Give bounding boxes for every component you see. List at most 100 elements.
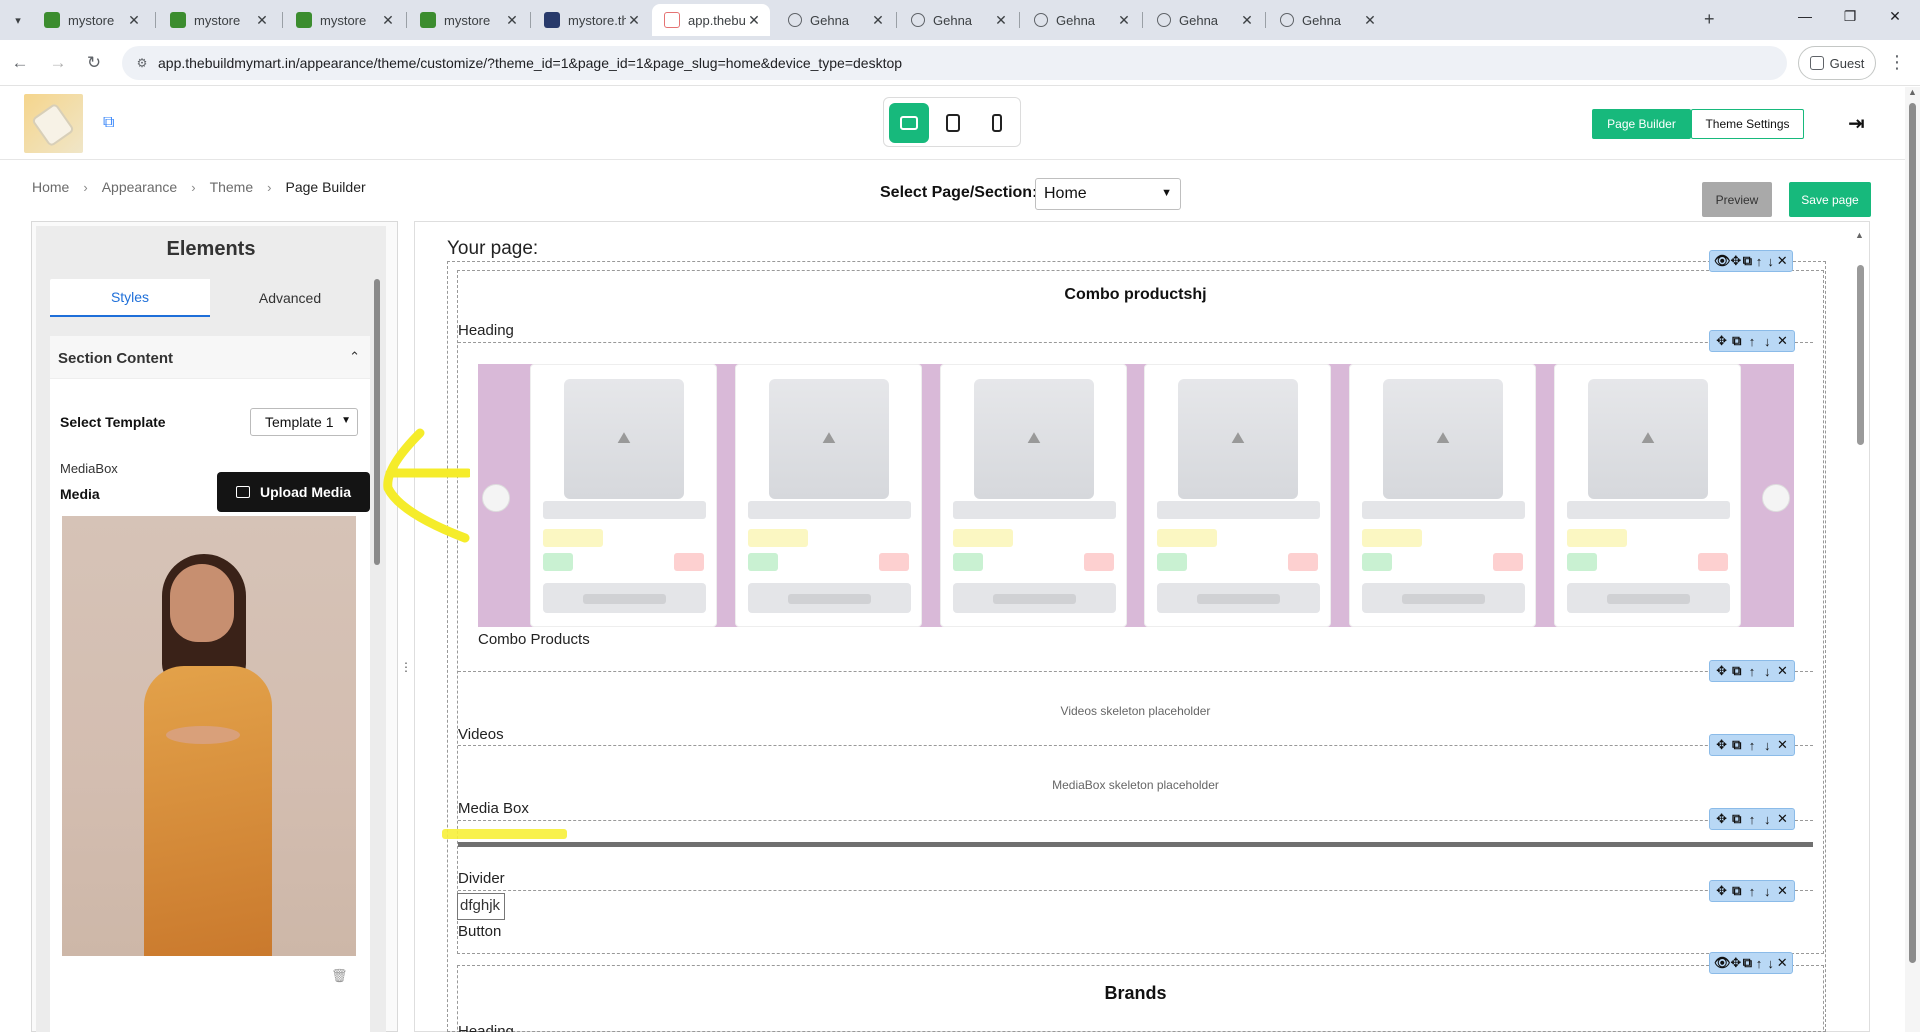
tab-close-icon[interactable]: ✕ (870, 12, 886, 29)
close-icon[interactable]: ✕ (1776, 253, 1788, 269)
product-card[interactable]: ⛰ (1144, 364, 1331, 627)
copy-icon[interactable]: ⧉ (1729, 333, 1744, 349)
breadcrumb-appearance[interactable]: Appearance (102, 179, 178, 195)
arrow-down-icon[interactable]: ↓ (1760, 334, 1775, 349)
carousel-next-button[interactable] (1762, 484, 1790, 512)
browser-tab[interactable]: mystore ✕ (284, 4, 404, 36)
scroll-up-icon[interactable]: ▲ (1855, 230, 1864, 240)
restore-icon[interactable]: ❐ (1838, 8, 1862, 25)
arrow-up-icon[interactable]: ↑ (1744, 812, 1759, 827)
move-icon[interactable]: ✥ (1714, 333, 1729, 349)
eye-icon[interactable]: 👁 (1714, 253, 1731, 269)
move-icon[interactable]: ✥ (1714, 663, 1729, 679)
section-heading[interactable]: Combo productshj (458, 286, 1813, 304)
close-icon[interactable]: ✕ (1775, 663, 1790, 679)
product-card[interactable]: ⛰ (1349, 364, 1536, 627)
product-card[interactable]: ⛰ (940, 364, 1127, 627)
site-settings-icon[interactable]: ⚙ (134, 55, 150, 71)
upload-media-button[interactable]: Upload Media (217, 472, 370, 512)
arrow-down-icon[interactable]: ↓ (1760, 738, 1775, 753)
element-toolbar[interactable]: ✥ ⧉ ↑ ↓ ✕ (1709, 734, 1795, 756)
trash-icon[interactable]: 🗑 (331, 968, 348, 984)
forward-arrow-icon[interactable]: → (46, 51, 70, 75)
product-card[interactable]: ⛰ (1554, 364, 1741, 627)
arrow-up-icon[interactable]: ↑ (1753, 956, 1765, 971)
tab-advanced[interactable]: Advanced (210, 279, 370, 317)
move-icon[interactable]: ✥ (1714, 737, 1729, 753)
external-link-icon[interactable]: ⧉ (103, 114, 114, 132)
tab-close-icon[interactable]: ✕ (1362, 12, 1378, 29)
template-select[interactable]: Template 1 ▼ (250, 408, 358, 436)
tab-close-icon[interactable]: ✕ (993, 12, 1009, 29)
element-toolbar[interactable]: ✥ ⧉ ↑ ↓ ✕ (1709, 808, 1795, 830)
copy-icon[interactable]: ⧉ (1729, 883, 1744, 899)
move-icon[interactable]: ✥ (1730, 253, 1742, 269)
section-toolbar[interactable]: 👁 ✥ ⧉ ↑ ↓ ✕ (1709, 952, 1793, 974)
arrow-up-icon[interactable]: ↑ (1753, 254, 1765, 269)
url-field[interactable]: ⚙ app.thebuildmymart.in/appearance/theme… (122, 46, 1787, 80)
browser-tab[interactable]: Gehna ✕ (899, 4, 1017, 36)
browser-tab[interactable]: mystore.thebu ✕ (532, 4, 650, 36)
arrow-down-icon[interactable]: ↓ (1760, 884, 1775, 899)
tab-close-icon[interactable]: ✕ (1116, 12, 1132, 29)
tablet-view-button[interactable] (933, 103, 973, 143)
panel-resize-handle[interactable]: ⋮ (400, 660, 412, 674)
copy-icon[interactable]: ⧉ (1742, 955, 1754, 971)
theme-settings-button[interactable]: Theme Settings (1691, 109, 1804, 139)
window-close-icon[interactable]: ✕ (1883, 8, 1907, 25)
page-builder-button[interactable]: Page Builder (1592, 109, 1691, 139)
arrow-down-icon[interactable]: ↓ (1765, 254, 1777, 269)
copy-icon[interactable]: ⧉ (1729, 737, 1744, 753)
close-icon[interactable]: ✕ (1776, 955, 1788, 971)
tab-close-icon[interactable]: ✕ (380, 12, 396, 29)
panel-scrollbar[interactable] (374, 265, 380, 1032)
tab-search-chevron-icon[interactable]: ▾ (6, 8, 30, 32)
desktop-view-button[interactable] (889, 103, 929, 143)
arrow-down-icon[interactable]: ↓ (1760, 812, 1775, 827)
browser-tab[interactable]: mystore ✕ (408, 4, 528, 36)
browser-tab[interactable]: Gehna ✕ (1022, 4, 1140, 36)
breadcrumb-theme[interactable]: Theme (210, 179, 254, 195)
browser-tab[interactable]: Gehna ✕ (1145, 4, 1263, 36)
tab-close-icon[interactable]: ✕ (746, 12, 762, 29)
tab-close-icon[interactable]: ✕ (254, 12, 270, 29)
back-arrow-icon[interactable]: ← (8, 51, 32, 75)
select-page-dropdown[interactable]: Home ▼ (1035, 178, 1181, 210)
carousel-prev-button[interactable] (482, 484, 510, 512)
tab-close-icon[interactable]: ✕ (504, 12, 520, 29)
arrow-down-icon[interactable]: ↓ (1760, 664, 1775, 679)
browser-tab[interactable]: Gehna ✕ (776, 4, 894, 36)
move-icon[interactable]: ✥ (1714, 883, 1729, 899)
divider-element[interactable] (458, 842, 1813, 847)
copy-icon[interactable]: ⧉ (1742, 253, 1754, 269)
close-icon[interactable]: ✕ (1775, 811, 1790, 827)
copy-icon[interactable]: ⧉ (1729, 811, 1744, 827)
arrow-down-icon[interactable]: ↓ (1765, 956, 1777, 971)
preview-button[interactable]: Preview (1702, 182, 1772, 217)
breadcrumb-home[interactable]: Home (32, 179, 69, 195)
tab-styles[interactable]: Styles (50, 279, 210, 317)
eye-icon[interactable]: 👁 (1714, 955, 1731, 971)
section-heading[interactable]: Brands (458, 983, 1813, 1004)
arrow-up-icon[interactable]: ↑ (1744, 664, 1759, 679)
product-carousel[interactable]: ⛰ ⛰ ⛰ ⛰ ⛰ ⛰ (478, 364, 1794, 627)
arrow-up-icon[interactable]: ↑ (1744, 334, 1759, 349)
arrow-up-icon[interactable]: ↑ (1744, 738, 1759, 753)
browser-tab[interactable]: Gehna ✕ (1268, 4, 1386, 36)
minimize-icon[interactable]: — (1793, 8, 1817, 24)
url-text[interactable]: app.thebuildmymart.in/appearance/theme/c… (158, 55, 902, 71)
element-toolbar[interactable]: ✥ ⧉ ↑ ↓ ✕ (1709, 330, 1795, 352)
move-icon[interactable]: ✥ (1714, 811, 1729, 827)
profile-button[interactable]: Guest (1798, 46, 1876, 80)
product-card[interactable]: ⛰ (530, 364, 717, 627)
new-tab-button[interactable]: + (1704, 9, 1715, 30)
element-toolbar[interactable]: ✥ ⧉ ↑ ↓ ✕ (1709, 660, 1795, 682)
mobile-view-button[interactable] (977, 103, 1017, 143)
save-page-button[interactable]: Save page (1789, 182, 1871, 217)
scroll-up-icon[interactable]: ▲ (1908, 87, 1917, 97)
move-icon[interactable]: ✥ (1730, 955, 1742, 971)
element-toolbar[interactable]: ✥ ⧉ ↑ ↓ ✕ (1709, 880, 1795, 902)
browser-tab[interactable]: mystore ✕ (32, 4, 150, 36)
chevron-up-icon[interactable]: ⌃ (349, 349, 360, 365)
canvas-scrollbar[interactable]: ▲ (1855, 225, 1865, 1032)
